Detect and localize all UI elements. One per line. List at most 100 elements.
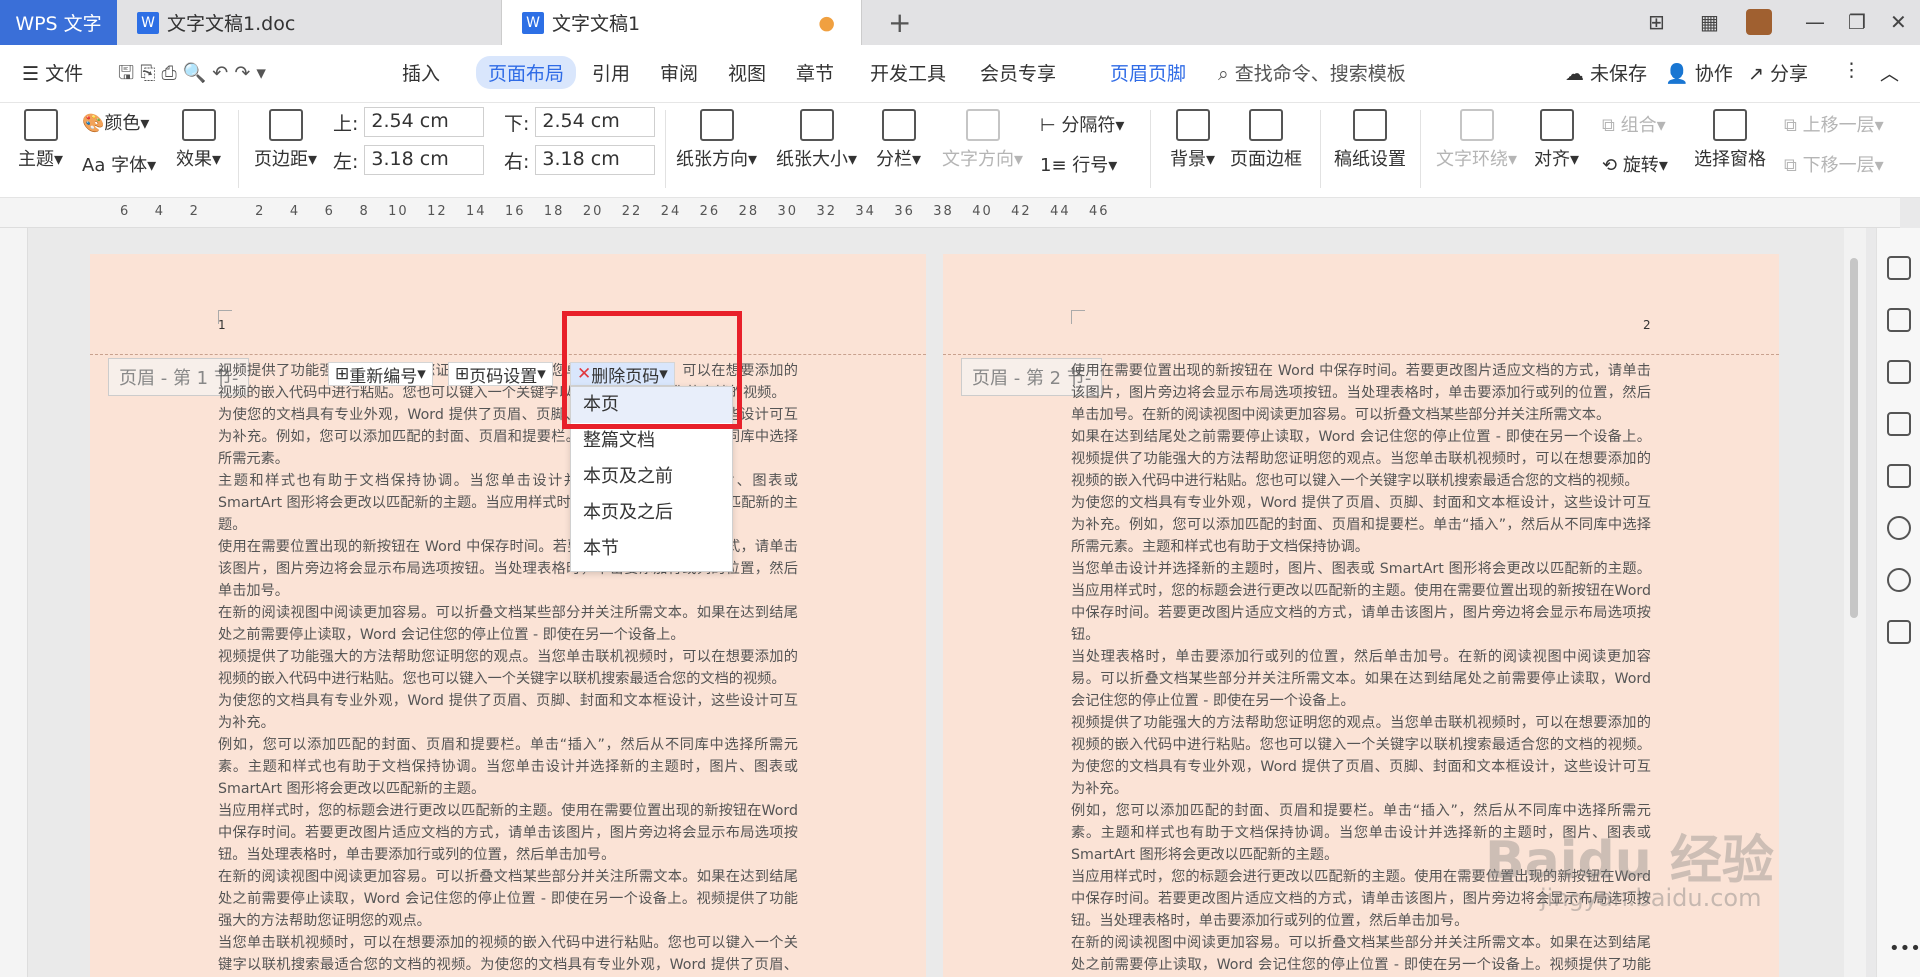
right-margin-field[interactable]: 右: 3.18 cm xyxy=(504,145,656,175)
renumber-button[interactable]: ⊞ 重新编号 ▾ xyxy=(328,362,433,387)
highlight-box xyxy=(562,311,742,429)
group-icon: ⧉ xyxy=(1602,115,1621,136)
menu-review[interactable]: 审阅 xyxy=(660,59,698,86)
separator-icon: ⊢ xyxy=(1040,115,1062,136)
apps-grid-icon[interactable]: ▦ xyxy=(1700,10,1719,34)
pen-icon[interactable] xyxy=(1887,308,1911,332)
bring-forward-button[interactable]: ⧉ 上移一层▾ xyxy=(1784,111,1884,137)
tab-wps[interactable]: WPS 文字 xyxy=(0,0,117,45)
scroll-thumb[interactable] xyxy=(1850,258,1858,618)
text-wrap-label: 文字环绕 xyxy=(1436,149,1508,170)
share-button[interactable]: ↗ 分享 xyxy=(1748,59,1808,86)
quick-access-icons[interactable]: 🖫 ⎘ ⎙ 🔍 ↶ ↷ ▾ xyxy=(118,59,266,91)
selection-pane-button[interactable]: 选择窗格 xyxy=(1694,109,1766,171)
page-number-setting-button[interactable]: ⊞ 页码设置 ▾ xyxy=(448,362,553,387)
menu-member[interactable]: 会员专享 xyxy=(980,59,1056,86)
new-tab-button[interactable]: + xyxy=(888,6,911,39)
lightning-icon[interactable] xyxy=(1887,568,1911,592)
share-label: 分享 xyxy=(1769,63,1808,85)
menu-item-before[interactable]: 本页及之前 xyxy=(571,459,732,495)
theme-button[interactable]: 主题▾ xyxy=(18,109,63,171)
tab-doc1[interactable]: W 文字文稿1.doc xyxy=(117,0,502,45)
more-icon[interactable]: ⋮ xyxy=(1842,59,1861,81)
columns-button[interactable]: 分栏▾ xyxy=(876,109,921,171)
effect-button[interactable]: 效果▾ xyxy=(176,109,221,171)
page-border-button[interactable]: 页面边框 xyxy=(1230,109,1302,171)
cloud-icon: ☁ xyxy=(1565,63,1591,85)
effect-icon xyxy=(181,109,216,141)
menu-section[interactable]: 章节 xyxy=(796,59,834,86)
horizontal-ruler[interactable]: 6 4 2 2 4 6 8 10 12 14 16 18 20 22 24 26… xyxy=(0,198,1900,228)
layout-icon[interactable]: ⊞ xyxy=(1648,10,1665,34)
cursor-icon[interactable] xyxy=(1887,360,1911,384)
font-button[interactable]: Aa 字体▾ xyxy=(82,151,156,177)
divider xyxy=(1150,110,1151,188)
book-icon[interactable] xyxy=(1887,620,1911,644)
minimize-icon[interactable]: — xyxy=(1805,10,1825,34)
paragraph: 在新的阅读视图中阅读更加容易。可以折叠文档某些部分并关注所需文本。如果在达到结尾… xyxy=(218,605,798,643)
color-button[interactable]: 🎨颜色▾ xyxy=(82,109,149,135)
separator-button[interactable]: ⊢ 分隔符▾ xyxy=(1040,111,1124,137)
left-label: 左: xyxy=(333,150,359,173)
menu-insert[interactable]: 插入 xyxy=(402,59,440,86)
line-number-button[interactable]: 1≡ 行号▾ xyxy=(1040,151,1117,177)
unsaved-status[interactable]: ☁ 未保存 xyxy=(1565,59,1647,86)
paper-size-button[interactable]: 纸张大小▾ xyxy=(776,109,857,171)
text-direction-button[interactable]: 文字方向▾ xyxy=(942,109,1023,171)
font-icon: Aa xyxy=(82,155,112,176)
ruler-numbers: 6 4 2 2 4 6 8 10 12 14 16 18 20 22 24 26… xyxy=(120,204,1110,219)
renumber-icon: ⊞ xyxy=(335,364,350,384)
close-icon[interactable]: ✕ xyxy=(1890,10,1907,34)
bottom-margin-input[interactable]: 2.54 cm xyxy=(535,107,656,137)
help-icon[interactable] xyxy=(1887,516,1911,540)
bring-forward-label: 上移一层 xyxy=(1802,115,1875,136)
vertical-scrollbar[interactable] xyxy=(1844,228,1866,977)
search-command[interactable]: ⌕ 查找命令、搜索模板 xyxy=(1218,59,1406,86)
menu-file[interactable]: ☰ 文件 xyxy=(22,59,83,86)
send-backward-button[interactable]: ⧉ 下移一层▾ xyxy=(1784,151,1884,177)
grid-paper-button[interactable]: 稿纸设置 xyxy=(1334,109,1406,171)
menu-dev-tools[interactable]: 开发工具 xyxy=(870,59,946,86)
right-margin-input[interactable]: 3.18 cm xyxy=(535,145,656,175)
menu-item-section[interactable]: 本节 xyxy=(571,531,732,567)
background-button[interactable]: 背景▾ xyxy=(1170,109,1215,171)
word-doc-icon: W xyxy=(137,11,159,34)
tab-doc1-label: 文字文稿1.doc xyxy=(167,13,296,35)
divider xyxy=(1320,110,1321,188)
menu-references[interactable]: 引用 xyxy=(592,59,630,86)
align-button[interactable]: 对齐▾ xyxy=(1534,109,1579,171)
collab-button[interactable]: 👤 协作 xyxy=(1665,59,1733,86)
more-dots-icon[interactable]: ••• xyxy=(1889,938,1920,959)
avatar[interactable] xyxy=(1746,9,1772,35)
menu-item-after[interactable]: 本页及之后 xyxy=(571,495,732,531)
rocket-icon[interactable] xyxy=(1887,256,1911,280)
tab-doc2[interactable]: W 文字文稿1 ● xyxy=(502,0,862,45)
sliders-icon[interactable] xyxy=(1887,412,1911,436)
bottom-margin-field[interactable]: 下: 2.54 cm xyxy=(504,107,656,137)
top-margin-input[interactable]: 2.54 cm xyxy=(364,107,485,137)
margin-button[interactable]: 页边距▾ xyxy=(254,109,317,171)
paragraph: 视频提供了功能强大的方法帮助您证明您的观点。当您单击联机视频时，可以在想要添加的… xyxy=(1071,715,1651,797)
line-number-label: 行号 xyxy=(1072,155,1109,176)
group-label: 组合 xyxy=(1620,115,1657,136)
left-margin-field[interactable]: 左: 3.18 cm xyxy=(333,145,485,175)
restore-icon[interactable]: ❐ xyxy=(1848,10,1866,34)
word-doc-icon: W xyxy=(522,11,544,34)
vertical-ruler[interactable] xyxy=(0,228,28,977)
text-wrap-button[interactable]: 文字环绕▾ xyxy=(1436,109,1517,171)
collab-label: 协作 xyxy=(1694,63,1733,85)
group-button[interactable]: ⧉ 组合▾ xyxy=(1602,111,1666,137)
divider xyxy=(1420,110,1421,188)
top-margin-field[interactable]: 上: 2.54 cm xyxy=(333,107,485,137)
tab-doc2-label: 文字文稿1 xyxy=(552,13,641,35)
menu-header-footer[interactable]: 页眉页脚 xyxy=(1110,59,1186,86)
menu-page-layout[interactable]: 页面布局 xyxy=(476,56,577,89)
text-wrap-icon xyxy=(1459,109,1494,141)
orientation-button[interactable]: 纸张方向▾ xyxy=(676,109,757,171)
menu-view[interactable]: 视图 xyxy=(728,59,766,86)
image-icon[interactable] xyxy=(1887,464,1911,488)
left-margin-input[interactable]: 3.18 cm xyxy=(364,145,485,175)
columns-label: 分栏 xyxy=(876,149,912,170)
collapse-ribbon-icon[interactable]: ︿ xyxy=(1880,59,1899,86)
rotate-button[interactable]: ⟲ 旋转▾ xyxy=(1602,151,1668,177)
